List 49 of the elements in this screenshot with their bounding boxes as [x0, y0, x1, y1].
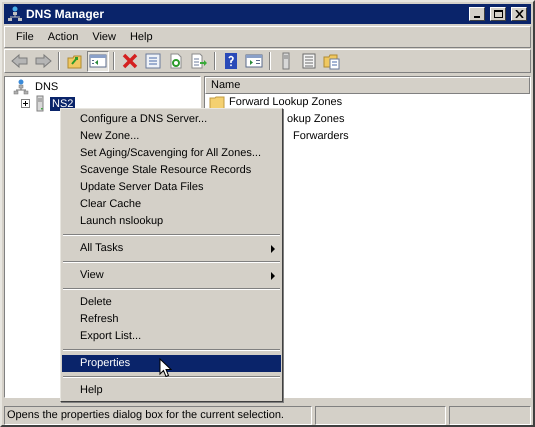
window-title: DNS Manager	[26, 6, 106, 23]
toolbar-button[interactable]	[87, 50, 109, 72]
maximize-button[interactable]	[490, 7, 506, 21]
tree-item[interactable]: NS2	[50, 96, 76, 110]
status-text: Opens the properties dialog box for the current selection.	[4, 406, 312, 425]
context-menu-item[interactable]: Update Server Data Files	[62, 179, 281, 196]
menu-item[interactable]: Action	[40, 28, 86, 46]
close-button[interactable]	[511, 7, 527, 21]
column-header[interactable]: Name	[205, 77, 530, 94]
context-menu-item[interactable]: Set Aging/Scavenging for All Zones...	[62, 145, 281, 162]
list-item[interactable]: Forwarders	[293, 128, 349, 145]
minimize-button[interactable]	[469, 7, 485, 21]
folder-document-icon	[323, 52, 341, 70]
help-icon	[222, 52, 240, 70]
action-pane-icon	[245, 52, 263, 70]
context-menu-item[interactable]: Scavenge Stale Resource Records	[62, 162, 281, 179]
list-item[interactable]: Forward Lookup Zones	[229, 94, 342, 111]
close-icon	[514, 10, 524, 18]
menu-item[interactable]: File	[9, 28, 41, 46]
list-icon	[300, 52, 318, 70]
console-tree-icon	[89, 52, 107, 70]
context-menu-item[interactable]: View	[62, 267, 281, 284]
mouse-pointer-icon	[159, 358, 172, 378]
forward-arrow-icon	[34, 52, 52, 70]
delete-x-icon	[121, 52, 139, 70]
back-arrow-icon	[11, 52, 29, 70]
properties-icon	[144, 52, 162, 70]
menu-item[interactable]: Help	[122, 28, 160, 46]
server-icon	[34, 95, 46, 112]
maximize-icon	[494, 10, 502, 18]
context-menu-item[interactable]: Refresh	[62, 311, 281, 328]
context-menu-item[interactable]: Clear Cache	[62, 196, 281, 213]
submenu-arrow-icon	[271, 244, 275, 252]
context-menu-item[interactable]: Delete	[62, 294, 281, 311]
context-menu-item[interactable]: New Zone...	[62, 128, 281, 145]
menu-item[interactable]: View	[85, 28, 123, 46]
expand-icon[interactable]	[21, 99, 30, 108]
network-icon	[13, 78, 29, 94]
context-menu-item[interactable]: Configure a DNS Server...	[62, 111, 281, 128]
context-menu-item[interactable]: Launch nslookup	[62, 213, 281, 230]
context-menu-item[interactable]: Properties	[62, 355, 281, 372]
export-list-icon	[190, 52, 208, 70]
network-icon	[8, 6, 22, 22]
context-menu-item[interactable]: All Tasks	[62, 240, 281, 257]
context-menu-item[interactable]: Export List...	[62, 328, 281, 345]
context-menu-item[interactable]: Help	[62, 382, 281, 399]
list-item[interactable]: okup Zones	[287, 111, 344, 128]
submenu-arrow-icon	[271, 272, 275, 280]
tree-item[interactable]: DNS	[33, 80, 60, 94]
